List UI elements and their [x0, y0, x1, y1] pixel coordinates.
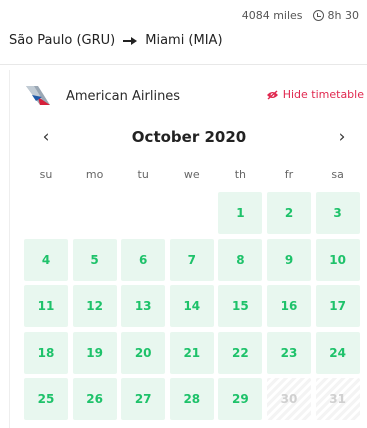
calendar-day-1[interactable]: 1 [218, 192, 263, 234]
calendar-day-23[interactable]: 23 [267, 331, 311, 374]
calendar-grid: 1 2 3 4 5 6 7 8 9 10 11 12 13 14 15 16 17 18 19 20 21 22 23 24 2… [24, 192, 364, 428]
american-airlines-logo [24, 83, 54, 109]
airline-name: American Airlines [66, 88, 181, 104]
calendar-day-28[interactable]: 28 [169, 378, 214, 420]
calendar-day-17[interactable]: 17 [315, 285, 360, 327]
eye-off-icon [266, 89, 279, 100]
month-title: October 2020 [131, 128, 247, 146]
weekday-mo: mo [85, 168, 104, 181]
calendar-day-16[interactable]: 16 [267, 285, 311, 327]
arrow-right-icon [123, 36, 138, 46]
month-navigation: ‹ October 2020 › [10, 126, 367, 150]
calendar-day-26[interactable]: 26 [72, 378, 117, 420]
calendar-day-19[interactable]: 19 [72, 331, 117, 374]
calendar-day-18[interactable]: 18 [24, 331, 68, 374]
weekday-header: su mo tu we th fr sa [24, 168, 364, 184]
calendar-day-30: 30 [267, 378, 311, 420]
calendar-day-15[interactable]: 15 [218, 285, 263, 327]
weekday-sa: sa [331, 168, 344, 181]
duration-text: 8h 30 [327, 9, 359, 22]
flight-calendar-card: 4084 miles 8h 30 São Paulo (GRU) Miami (… [0, 0, 367, 428]
airline-row: American Airlines Hide timetable [24, 82, 364, 110]
weekday-su: su [39, 168, 53, 181]
calendar-day-21[interactable]: 21 [169, 331, 214, 374]
calendar-day-14[interactable]: 14 [169, 285, 214, 327]
weekday-we: we [183, 168, 200, 181]
trip-meta: 4084 miles 8h 30 [242, 9, 359, 22]
hide-timetable-label: Hide timetable [282, 88, 364, 101]
calendar-day-29[interactable]: 29 [218, 378, 263, 420]
distance-text: 4084 miles [241, 9, 303, 22]
calendar-day-8[interactable]: 8 [218, 238, 263, 281]
calendar-day-25[interactable]: 25 [24, 378, 68, 420]
weekday-tu: tu [137, 168, 149, 181]
calendar-day-7[interactable]: 7 [169, 238, 214, 281]
next-month-button[interactable]: › [330, 126, 354, 150]
route: São Paulo (GRU) Miami (MIA) [9, 33, 223, 48]
clock-icon [312, 10, 324, 21]
calendar-day-27[interactable]: 27 [121, 378, 166, 420]
weekday-fr: fr [284, 168, 294, 181]
calendar-day-10[interactable]: 10 [315, 238, 360, 281]
weekday-th: th [234, 168, 247, 181]
calendar-day-6[interactable]: 6 [121, 238, 166, 281]
calendar-day-22[interactable]: 22 [218, 331, 263, 374]
calendar-day-31: 31 [315, 378, 360, 420]
calendar-day-20[interactable]: 20 [121, 331, 166, 374]
origin-airport: São Paulo (GRU) [9, 33, 116, 48]
calendar-day-9[interactable]: 9 [267, 238, 311, 281]
hide-timetable-button[interactable]: Hide timetable [266, 88, 364, 101]
calendar-day-5[interactable]: 5 [72, 238, 117, 281]
calendar-day-24[interactable]: 24 [315, 331, 360, 374]
calendar-day-3[interactable]: 3 [315, 192, 360, 234]
divider [0, 64, 367, 65]
calendar-day-12[interactable]: 12 [72, 285, 117, 327]
calendar-day-2[interactable]: 2 [267, 192, 311, 234]
calendar-day-4[interactable]: 4 [24, 238, 68, 281]
calendar-day-13[interactable]: 13 [121, 285, 166, 327]
destination-airport: Miami (MIA) [145, 33, 223, 48]
airline-panel: American Airlines Hide timetable ‹ Octob… [9, 70, 367, 428]
calendar-day-11[interactable]: 11 [24, 285, 68, 327]
